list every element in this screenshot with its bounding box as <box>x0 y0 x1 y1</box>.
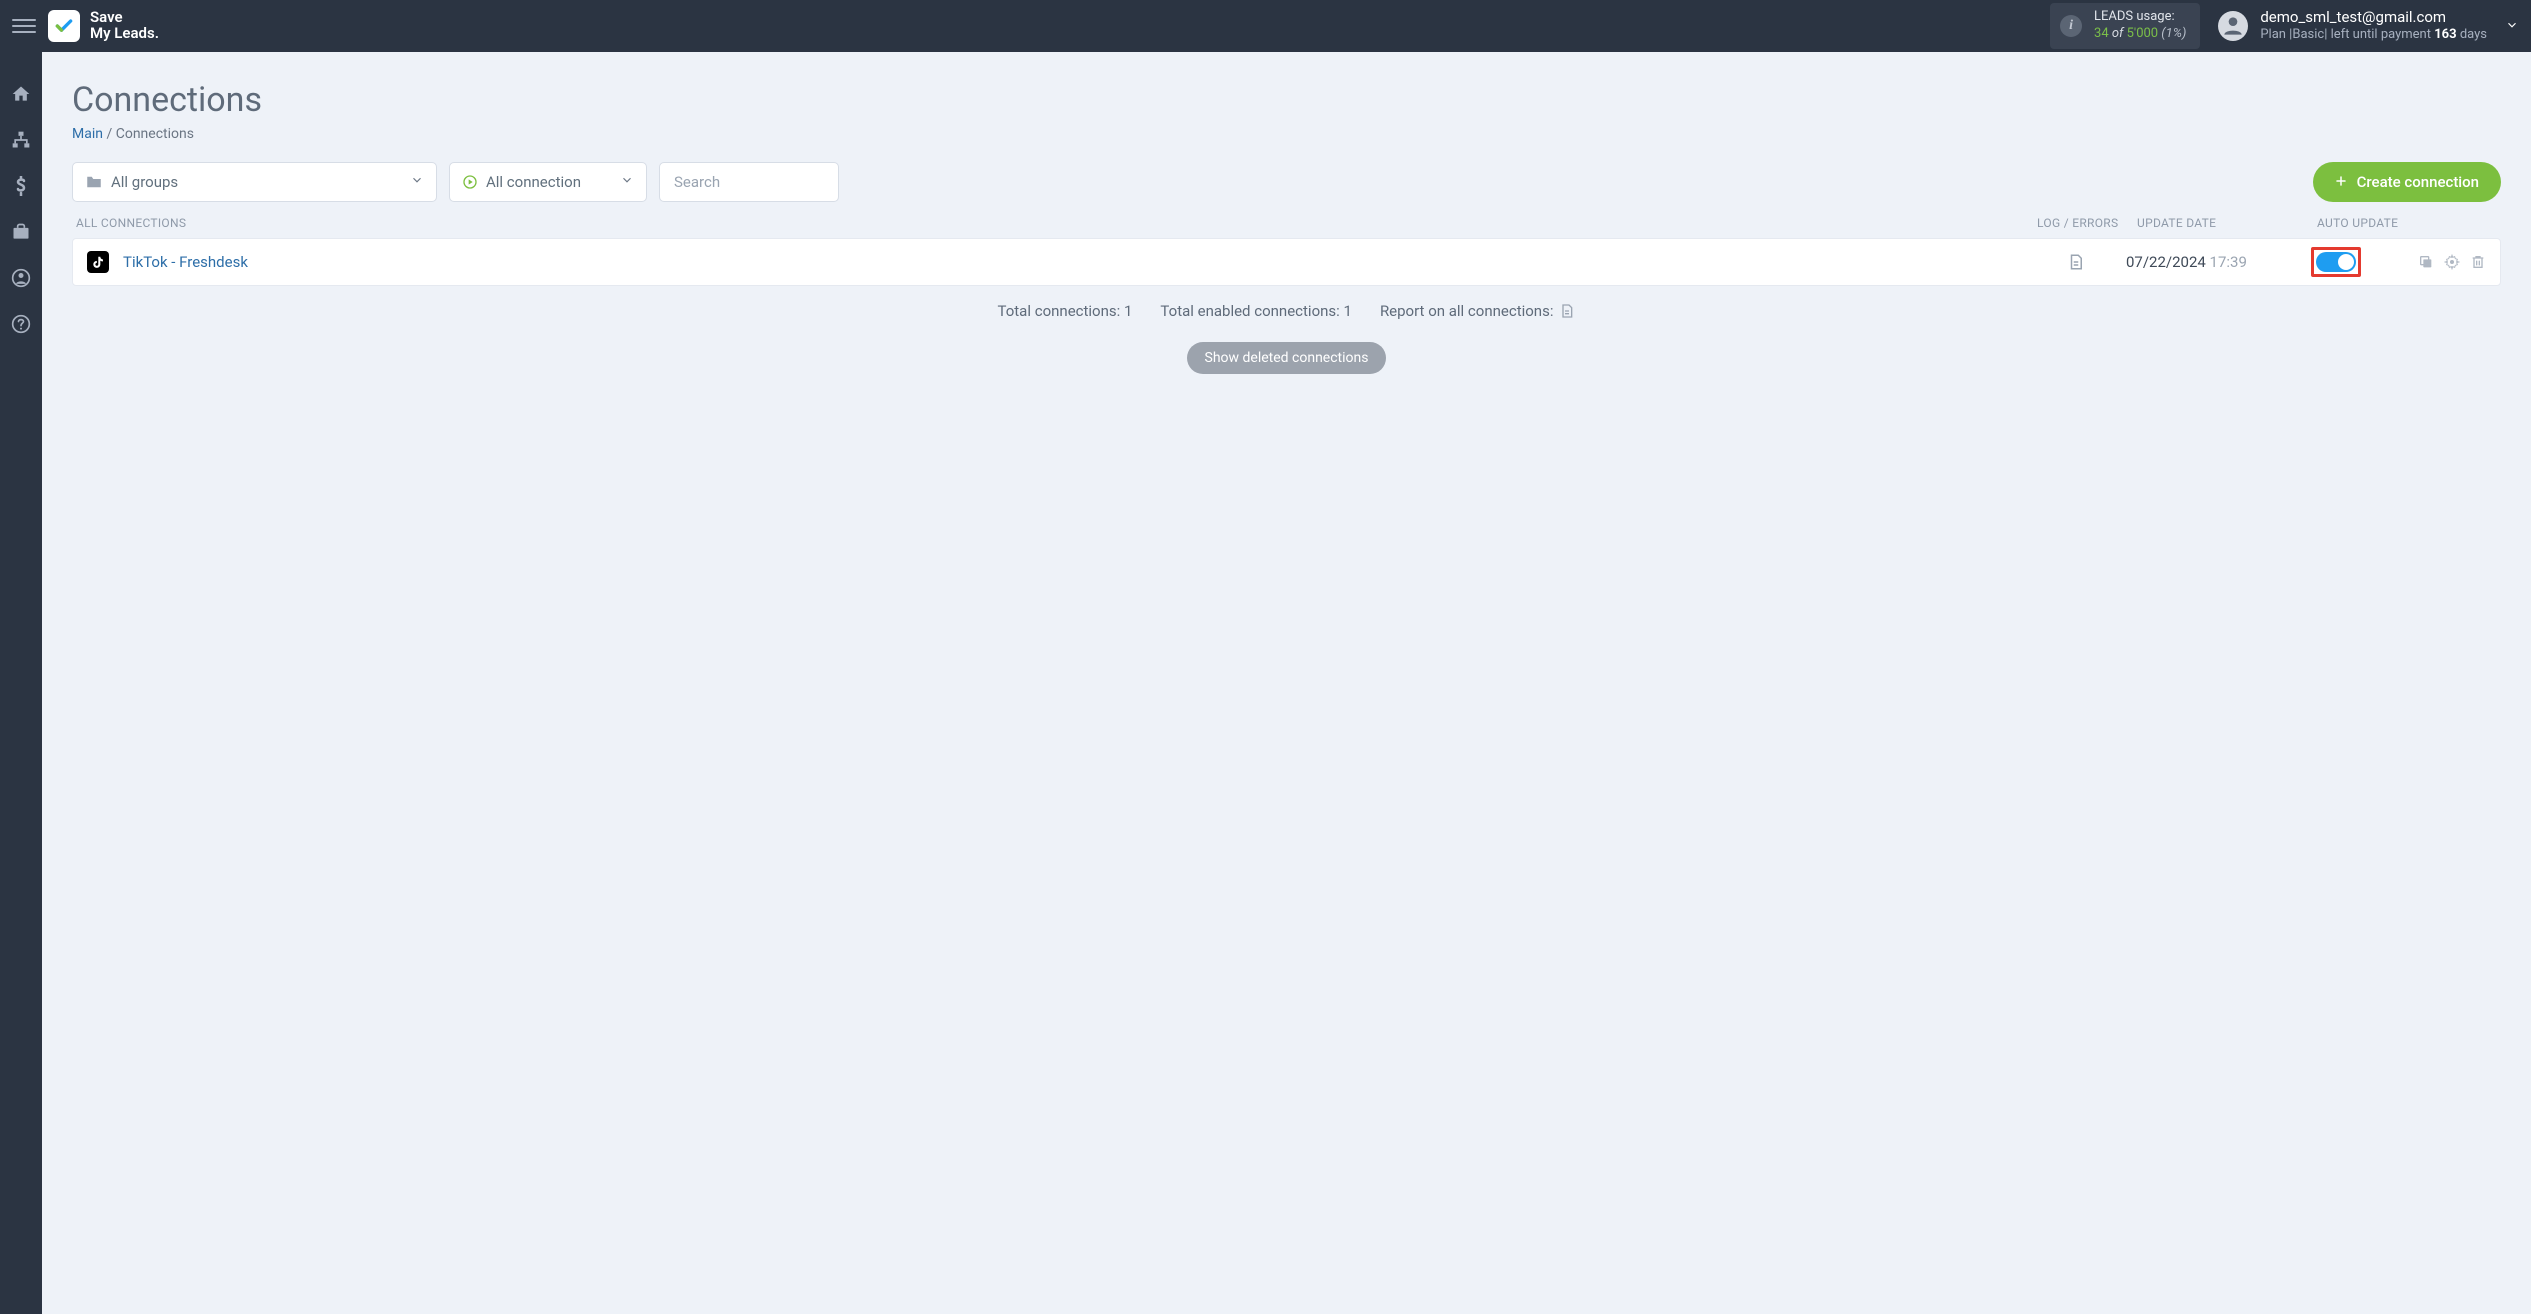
connection-link[interactable]: TikTok - Freshdesk <box>123 253 2026 271</box>
logo-icon <box>48 10 80 42</box>
sidebar-item-briefcase[interactable] <box>9 220 33 244</box>
report-all[interactable]: Report on all connections: <box>1380 302 1576 320</box>
breadcrumb-main-link[interactable]: Main <box>72 126 103 142</box>
logo-text: Save My Leads. <box>90 10 159 42</box>
chevron-down-icon[interactable] <box>2505 18 2519 35</box>
page-title: Connections <box>72 80 2501 120</box>
tiktok-icon <box>87 251 109 273</box>
total-enabled: Total enabled connections: 1 <box>1160 302 1352 320</box>
copy-button[interactable] <box>2418 254 2434 270</box>
sidebar <box>0 52 42 1314</box>
table-headers: ALL CONNECTIONS LOG / ERRORS UPDATE DATE… <box>72 216 2501 238</box>
settings-button[interactable] <box>2444 254 2460 270</box>
col-log: LOG / ERRORS <box>2037 216 2137 230</box>
log-button[interactable] <box>2026 253 2126 271</box>
conn-status-label: All connection <box>486 173 581 191</box>
total-connections: Total connections: 1 <box>998 302 1133 320</box>
chevron-down-icon <box>410 173 424 191</box>
groups-dropdown[interactable]: All groups <box>72 162 437 202</box>
show-deleted-button[interactable]: Show deleted connections <box>1187 342 1387 374</box>
breadcrumb-current: Connections <box>116 126 194 142</box>
col-name: ALL CONNECTIONS <box>76 216 2037 230</box>
play-circle-icon <box>462 174 478 190</box>
connection-status-dropdown[interactable]: All connection <box>449 162 647 202</box>
leads-pct: (1%) <box>2158 26 2186 41</box>
folder-icon <box>85 173 103 191</box>
sidebar-item-help[interactable] <box>9 312 33 336</box>
menu-toggle-button[interactable] <box>12 14 36 38</box>
highlight-box <box>2311 247 2361 277</box>
chevron-down-icon <box>620 173 634 191</box>
breadcrumb: Main / Connections <box>72 126 2501 142</box>
totals-row: Total connections: 1 Total enabled conne… <box>72 302 2501 320</box>
main-content: Connections Main / Connections All group… <box>42 52 2531 1314</box>
user-plan: Plan |Basic| left until payment 163 days <box>2260 27 2487 44</box>
topbar: Save My Leads. i LEADS usage: 34 of 5'00… <box>0 0 2531 52</box>
leads-total: 5'000 <box>2127 26 2159 41</box>
info-icon: i <box>2060 15 2082 37</box>
search-input[interactable] <box>659 162 839 202</box>
leads-label: LEADS usage: <box>2094 9 2186 26</box>
sidebar-item-billing[interactable] <box>9 174 33 198</box>
col-date: UPDATE DATE <box>2137 216 2317 230</box>
avatar-icon <box>2218 11 2248 41</box>
document-icon <box>1559 303 1575 319</box>
connection-row: TikTok - Freshdesk 07/22/2024 17:39 <box>72 238 2501 286</box>
create-connection-button[interactable]: Create connection <box>2313 162 2501 202</box>
sidebar-item-account[interactable] <box>9 266 33 290</box>
update-date: 07/22/2024 17:39 <box>2126 253 2306 271</box>
col-auto: AUTO UPDATE <box>2317 216 2417 230</box>
leads-usage-box[interactable]: i LEADS usage: 34 of 5'000 (1%) <box>2050 3 2200 49</box>
sidebar-item-connections[interactable] <box>9 128 33 152</box>
leads-used: 34 <box>2094 26 2109 41</box>
sidebar-item-home[interactable] <box>9 82 33 106</box>
toolbar: All groups All connection Create connect… <box>72 162 2501 202</box>
user-email: demo_sml_test@gmail.com <box>2260 8 2487 28</box>
plus-icon <box>2335 173 2347 191</box>
auto-update-toggle[interactable] <box>2316 252 2356 272</box>
groups-label: All groups <box>111 173 178 191</box>
delete-button[interactable] <box>2470 254 2486 270</box>
user-menu[interactable]: demo_sml_test@gmail.com Plan |Basic| lef… <box>2218 8 2487 44</box>
